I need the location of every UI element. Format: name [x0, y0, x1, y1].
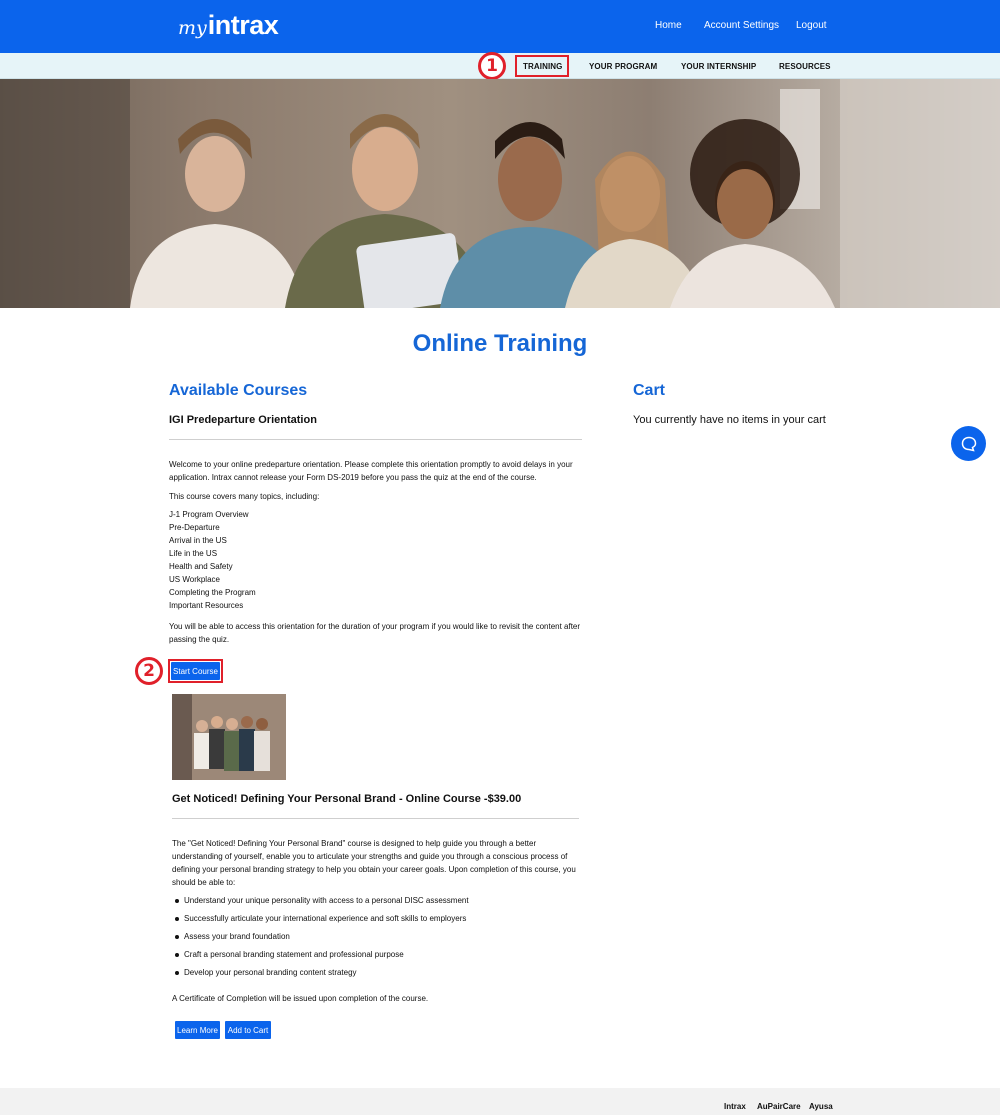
step-marker-2: 2 — [135, 657, 163, 685]
training-highlight-box — [515, 55, 569, 77]
logo-brand: intrax — [207, 10, 279, 40]
footer-link-aupaircare[interactable]: AuPairCare — [757, 1102, 801, 1111]
course1-intro: Welcome to your online predeparture orie… — [169, 460, 573, 482]
subnav-your-internship[interactable]: YOUR INTERNSHIP — [681, 62, 756, 71]
start-course-button[interactable]: Start Course — [171, 662, 220, 680]
nav-home-link[interactable]: Home — [655, 20, 682, 31]
chat-bubble-icon — [961, 436, 976, 452]
course2-bullet-item: Successfully articulate your internation… — [184, 914, 467, 923]
logo-prefix: my — [178, 17, 207, 39]
step-marker-1: 1 — [478, 52, 506, 80]
course2-bullet-item: Understand your unique personality with … — [184, 896, 469, 905]
subnav-your-program[interactable]: YOUR PROGRAM — [589, 62, 657, 71]
hero-image — [0, 79, 1000, 308]
bullet-dot — [175, 917, 179, 921]
topic-item: J-1 Program Overview — [169, 510, 249, 519]
nav-account-settings-link[interactable]: Account Settings — [704, 20, 779, 31]
bullet-dot — [175, 953, 179, 957]
cart-empty-message: You currently have no items in your cart — [633, 414, 826, 426]
footer — [0, 1088, 1000, 1115]
available-courses-heading: Available Courses — [169, 382, 308, 399]
learn-more-button[interactable]: Learn More — [175, 1021, 220, 1039]
course1-access-note: You will be able to access this orientat… — [169, 622, 581, 644]
course2-thumbnail-illustration — [172, 694, 286, 780]
footer-link-intrax[interactable]: Intrax — [724, 1102, 746, 1111]
myintrax-logo[interactable]: my intrax — [178, 10, 279, 41]
hero-people-illustration — [0, 79, 1000, 308]
top-header: my intrax Home Account Settings Logout — [0, 0, 1000, 53]
topic-item: Important Resources — [169, 601, 244, 610]
topic-item: US Workplace — [169, 575, 220, 584]
course2-thumbnail[interactable] — [172, 694, 286, 780]
add-to-cart-button[interactable]: Add to Cart — [225, 1021, 271, 1039]
chat-widget-button[interactable] — [951, 426, 986, 461]
topic-item: Completing the Program — [169, 588, 256, 597]
course2-certificate-note: A Certificate of Completion will be issu… — [172, 994, 429, 1003]
course2-divider — [172, 818, 579, 819]
topic-item: Pre-Departure — [169, 523, 220, 532]
bullet-dot — [175, 899, 179, 903]
course2-bullet-item: Assess your brand foundation — [184, 932, 290, 941]
course2-description: The "Get Noticed! Defining Your Personal… — [172, 839, 576, 887]
footer-link-ayusa[interactable]: Ayusa — [809, 1102, 833, 1111]
course1-divider — [169, 439, 582, 440]
course2-bullet-item: Develop your personal branding content s… — [184, 968, 357, 977]
course1-topics-intro: This course covers many topics, includin… — [169, 492, 320, 501]
topic-item: Health and Safety — [169, 562, 233, 571]
course2-title: Get Noticed! Defining Your Personal Bran… — [172, 793, 522, 805]
topic-item: Life in the US — [169, 549, 218, 558]
nav-logout-link[interactable]: Logout — [796, 20, 827, 31]
bullet-dot — [175, 935, 179, 939]
page-title: Online Training — [412, 330, 588, 357]
cart-heading: Cart — [633, 382, 666, 399]
course1-title: IGI Predeparture Orientation — [169, 414, 317, 426]
bullet-dot — [175, 971, 179, 975]
course2-bullet-item: Craft a personal branding statement and … — [184, 950, 404, 959]
topic-item: Arrival in the US — [169, 536, 227, 545]
subnav-resources[interactable]: RESOURCES — [779, 62, 831, 71]
